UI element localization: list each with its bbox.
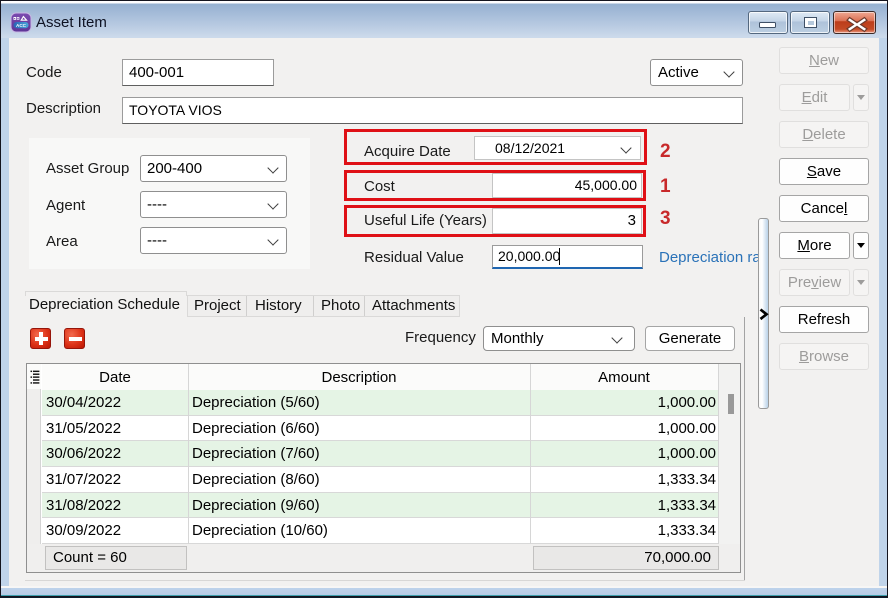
svg-text:ACC: ACC [16, 23, 27, 28]
